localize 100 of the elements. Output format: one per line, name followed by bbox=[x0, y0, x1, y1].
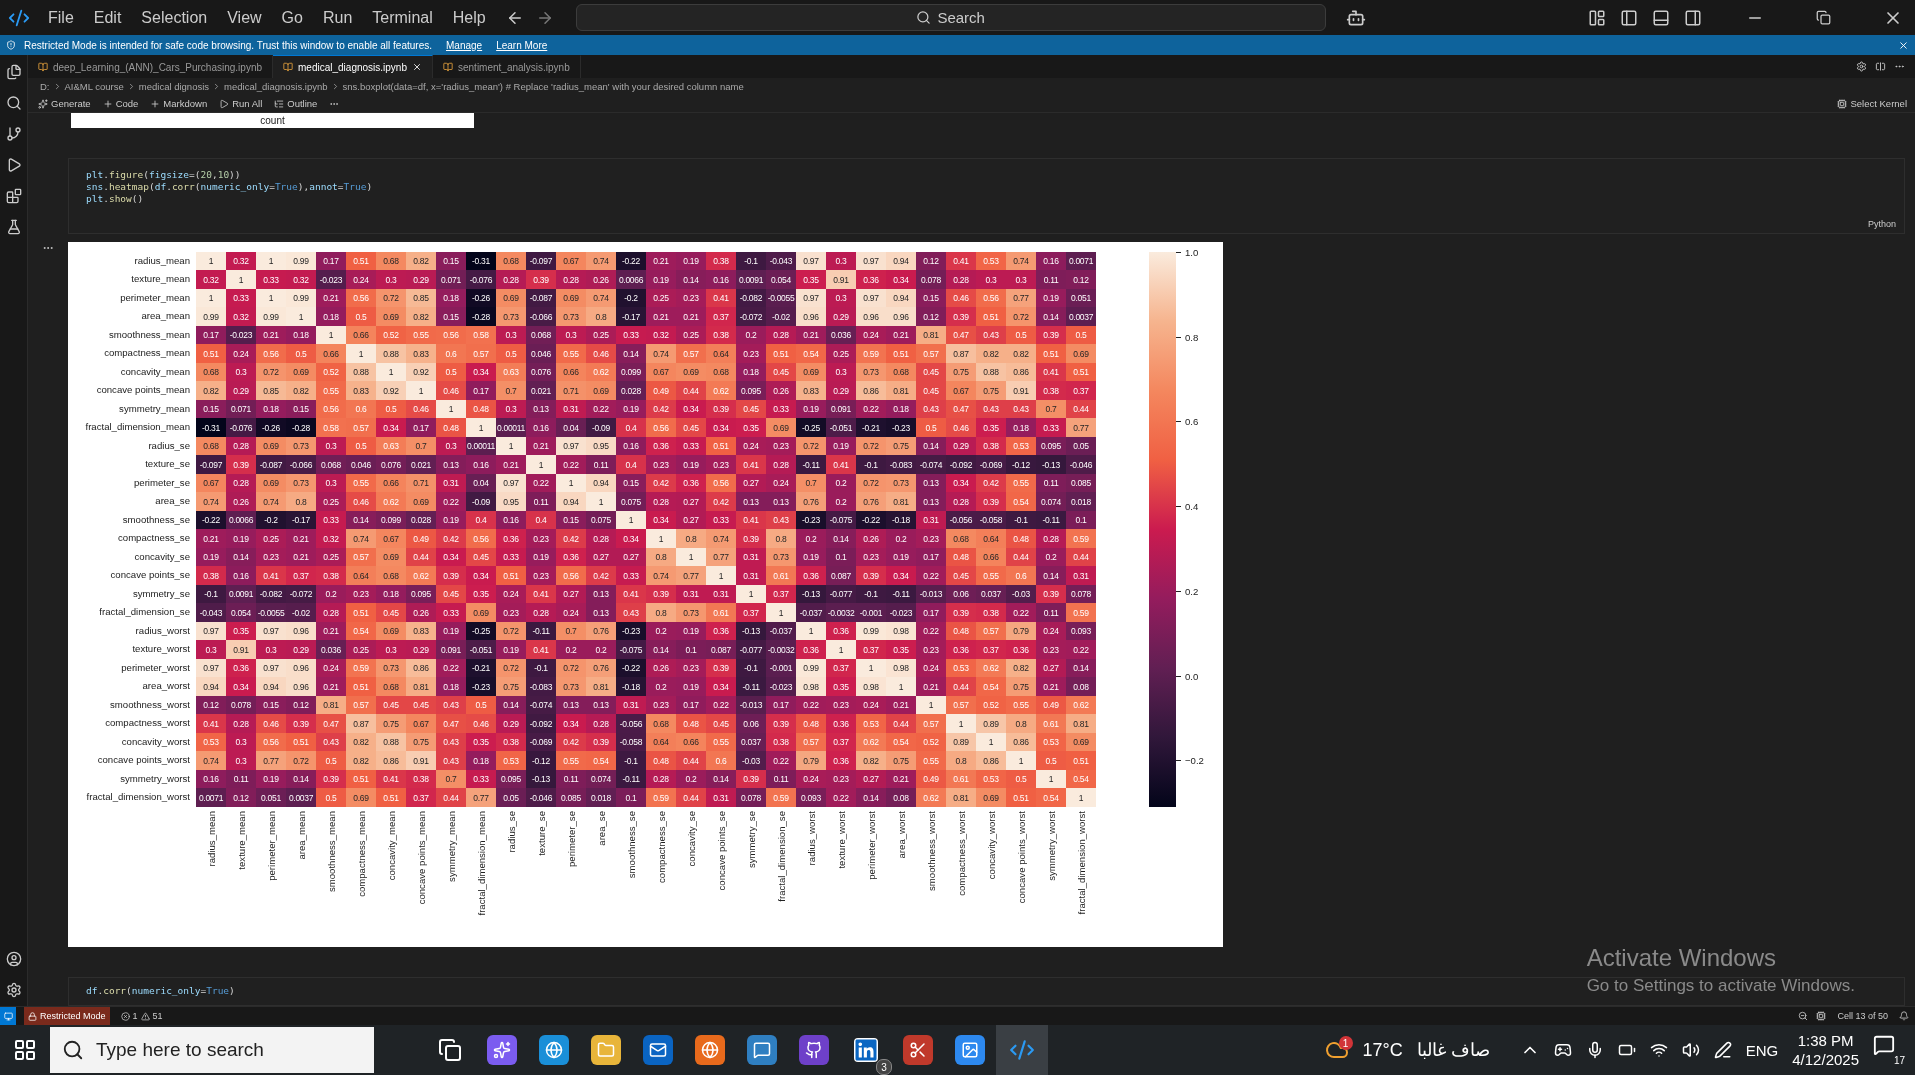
heatmap-cell: 1 bbox=[586, 492, 616, 511]
heatmap-cell: 0.37 bbox=[406, 788, 436, 807]
notebook-icon bbox=[443, 62, 453, 72]
heatmap-cell: 0.21 bbox=[646, 307, 676, 326]
heatmap-cell: 0.74 bbox=[196, 751, 226, 770]
close-icon[interactable] bbox=[412, 62, 422, 72]
windows-logo-icon bbox=[13, 1038, 37, 1062]
heatmap-cell: -0.043 bbox=[766, 251, 796, 271]
search-icon[interactable] bbox=[5, 95, 22, 111]
column-label: fractal_dimension_mean bbox=[475, 810, 487, 916]
menu-item[interactable]: Go bbox=[271, 8, 313, 27]
heatmap-cell: -0.066 bbox=[526, 307, 556, 326]
banner-link[interactable]: Learn More bbox=[496, 39, 548, 51]
search-field[interactable]: Search bbox=[575, 4, 1326, 31]
settings-icon[interactable] bbox=[5, 982, 22, 998]
weather-text[interactable]: صاف غالبا bbox=[1416, 1039, 1490, 1061]
wifi-icon[interactable] bbox=[1649, 1041, 1668, 1059]
temperature[interactable]: 17°C bbox=[1362, 1039, 1403, 1061]
heatmap-cell: -0.037 bbox=[796, 603, 826, 622]
heatmap-cell: -0.25 bbox=[796, 418, 826, 437]
menu-item[interactable]: File bbox=[38, 8, 84, 27]
heatmap-cell: 0.68 bbox=[376, 566, 406, 585]
heatmap-cell: 0.37 bbox=[736, 603, 766, 622]
heatmap-cell: 0.51 bbox=[1036, 344, 1066, 363]
code-editor-icon[interactable] bbox=[996, 1025, 1048, 1075]
source-control-icon[interactable] bbox=[5, 126, 22, 142]
heatmap-cell: 1 bbox=[346, 344, 376, 363]
heatmap-cell: 0.6 bbox=[436, 344, 466, 363]
menu-item[interactable]: Selection bbox=[131, 8, 218, 27]
banner-link[interactable]: Manage bbox=[446, 39, 483, 51]
menu-item[interactable]: View bbox=[217, 8, 272, 27]
linkedin-icon[interactable] bbox=[854, 1038, 878, 1062]
heatmap-cell: -0.0032 bbox=[826, 603, 856, 622]
column-label: concavity_mean bbox=[385, 810, 397, 881]
breadcrumb-item[interactable]: AI&ML course bbox=[64, 81, 124, 92]
close-icon[interactable] bbox=[1898, 39, 1909, 51]
secondary-sidebar-icon[interactable] bbox=[1684, 8, 1702, 27]
breadcrumb-item[interactable]: medical_diagnosis.ipynb bbox=[224, 81, 328, 92]
menu-item[interactable]: Edit bbox=[83, 8, 132, 27]
heatmap-cell: 0.8 bbox=[946, 751, 976, 770]
extensions-icon[interactable] bbox=[5, 188, 22, 204]
plus-icon bbox=[150, 98, 161, 109]
clock[interactable]: 1:38 PM 4/12/2025 bbox=[1792, 1031, 1859, 1069]
breadcrumb-item[interactable]: medical dignosis bbox=[138, 81, 210, 92]
restricted-mode-status[interactable]: Restricted Mode bbox=[24, 1007, 110, 1025]
heatmap-cell: 0.26 bbox=[856, 529, 886, 548]
heatmap-cell: 0.39 bbox=[736, 529, 766, 548]
menu-item[interactable]: Help bbox=[442, 8, 496, 27]
volume-icon[interactable] bbox=[1681, 1041, 1700, 1059]
kernel-icon[interactable] bbox=[1816, 1011, 1827, 1021]
layout-icon[interactable] bbox=[1588, 8, 1606, 27]
heatmap-cell: 0.51 bbox=[886, 344, 916, 363]
heatmap-cell: 0.72 bbox=[1006, 307, 1036, 326]
breadcrumb-item[interactable]: sns.boxplot(data=df, x='radius_mean') # Replace 'radius_mean' with your desired column name bbox=[342, 81, 744, 92]
search-icon bbox=[62, 1039, 84, 1061]
row-label: radius_worst bbox=[134, 623, 191, 638]
code-cell[interactable]: plt.figure(figsize=(20,10)) sns.heatmap(df.corr(numeric_only=True),annot=True) plt.show() Python bbox=[68, 158, 1905, 234]
row-label: radius_se bbox=[147, 438, 191, 453]
remote-icon[interactable] bbox=[0, 1007, 16, 1025]
heatmap-cell: 0.82 bbox=[1006, 344, 1036, 363]
heatmap-cell: 0.06 bbox=[736, 714, 766, 733]
problems-status[interactable]: 1 51 bbox=[117, 1011, 166, 1021]
heatmap-cell: 0.15 bbox=[436, 251, 466, 271]
split-editor-icon[interactable] bbox=[1875, 61, 1886, 72]
restore-icon[interactable] bbox=[1816, 10, 1831, 25]
heatmap-cell: 0.21 bbox=[496, 455, 526, 474]
taskbar-search[interactable]: Type here to search bbox=[50, 1027, 374, 1073]
gear-icon[interactable] bbox=[1856, 61, 1867, 72]
explorer-icon[interactable] bbox=[5, 64, 22, 80]
heatmap-cell: 0.61 bbox=[766, 566, 796, 585]
editor-tab[interactable]: medical_diagnosis.ipynb bbox=[273, 55, 433, 78]
heatmap-cell: 0.82 bbox=[286, 381, 316, 400]
language-indicator[interactable]: ENG bbox=[1745, 1041, 1779, 1059]
account-icon[interactable] bbox=[5, 951, 22, 967]
pen-icon[interactable] bbox=[1713, 1041, 1732, 1059]
bell-icon[interactable] bbox=[1899, 1011, 1909, 1021]
kernel-button[interactable]: Select Kernel bbox=[1837, 98, 1907, 109]
toolbar-button[interactable]: Run All bbox=[219, 98, 263, 109]
zoom-icon[interactable] bbox=[1798, 1011, 1809, 1021]
heatmap-cell: 0.26 bbox=[406, 603, 436, 622]
cell-position[interactable]: Cell 13 of 50 bbox=[1834, 1011, 1891, 1021]
column-label: fractal_dimension_worst bbox=[1075, 810, 1087, 915]
gamepad-icon[interactable] bbox=[1553, 1041, 1572, 1059]
menu-item[interactable]: Run bbox=[312, 8, 363, 27]
heatmap-cell: 0.51 bbox=[496, 566, 526, 585]
toolbar-button[interactable]: Markdown bbox=[150, 98, 208, 109]
language-label[interactable]: Python bbox=[1867, 217, 1896, 230]
toolbar-button[interactable]: Generate bbox=[38, 98, 91, 109]
row-label: compactness_mean bbox=[103, 346, 191, 361]
menu-item[interactable]: Terminal bbox=[362, 8, 443, 27]
toolbar-button[interactable]: Outline bbox=[274, 98, 318, 109]
row-label: area_worst bbox=[141, 679, 191, 694]
flask-icon[interactable] bbox=[5, 219, 22, 235]
sidebar-toggle-icon[interactable] bbox=[1620, 8, 1638, 27]
column-label: symmetry_mean bbox=[445, 810, 457, 882]
breadcrumb-item[interactable]: D: bbox=[40, 81, 50, 92]
heatmap-cell: -0.051 bbox=[466, 640, 496, 659]
toolbar-button[interactable]: Code bbox=[102, 98, 139, 109]
warning-icon bbox=[140, 1011, 150, 1021]
panel-toggle-icon[interactable] bbox=[1652, 8, 1670, 27]
